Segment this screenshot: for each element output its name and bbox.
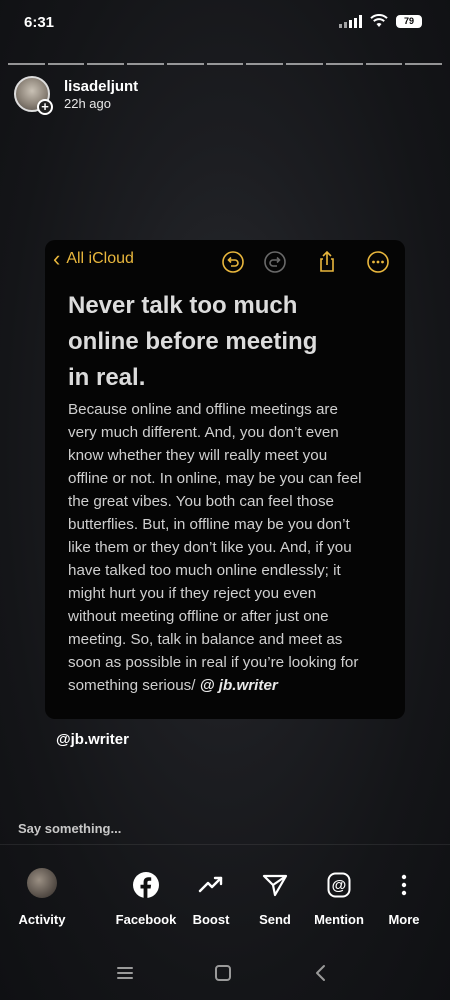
story-progress	[8, 63, 443, 65]
home-icon[interactable]	[212, 963, 234, 983]
username[interactable]: lisadeljunt	[64, 78, 138, 95]
progress-segment	[8, 63, 45, 65]
recents-icon[interactable]	[114, 963, 136, 983]
redo-icon	[264, 251, 286, 273]
status-time: 6:31	[24, 14, 55, 31]
reply-input[interactable]: Say something...	[18, 821, 121, 836]
activity-button[interactable]: Activity	[2, 866, 82, 927]
progress-segment	[166, 63, 204, 65]
mention-icon: @	[327, 872, 351, 898]
progress-segment	[206, 63, 244, 65]
progress-segment	[127, 63, 164, 65]
note-card: ‹ All iCloud Never talk too much online …	[45, 240, 405, 719]
more-icon	[367, 251, 389, 273]
note-back: ‹ All iCloud	[53, 246, 134, 271]
status-icons: 79	[339, 14, 422, 28]
progress-segment	[87, 63, 125, 65]
chevron-left-icon: ‹	[53, 246, 61, 271]
progress-segment	[405, 63, 443, 65]
story-header: + lisadeljunt 22h ago	[14, 76, 138, 115]
system-nav-bar	[0, 955, 450, 991]
progress-segment	[47, 63, 85, 65]
status-bar: 6:31 79	[0, 0, 450, 44]
trending-up-icon	[198, 876, 223, 893]
back-icon[interactable]	[310, 963, 332, 983]
note-toolbar: ‹ All iCloud	[45, 248, 405, 276]
avatar[interactable]: +	[14, 76, 53, 115]
note-title: Never talk too much online before meetin…	[68, 292, 318, 391]
posted-time: 22h ago	[64, 95, 111, 111]
battery-icon: 79	[396, 14, 422, 28]
more-vertical-icon	[401, 874, 407, 896]
note-handle: @ jb.writer	[199, 677, 278, 694]
progress-segment	[246, 63, 284, 65]
svg-text:@: @	[332, 877, 347, 894]
progress-segment	[325, 63, 363, 65]
note-back-label: All iCloud	[66, 250, 134, 267]
undo-icon	[222, 251, 244, 273]
progress-segment	[286, 63, 323, 65]
caption-mention[interactable]: @jb.writer	[56, 731, 129, 748]
divider	[0, 844, 450, 845]
note-body: Because online and offline meetings are …	[68, 401, 362, 694]
signal-icon	[339, 14, 362, 28]
facebook-icon	[133, 872, 159, 898]
send-icon	[262, 874, 288, 897]
wifi-icon	[370, 14, 388, 27]
progress-segment	[365, 63, 403, 65]
add-icon[interactable]: +	[37, 99, 53, 115]
more-button[interactable]: More	[364, 866, 444, 927]
activity-avatar	[27, 868, 57, 898]
action-bar: Activity Facebook Boost Send @ Mention M…	[0, 866, 450, 936]
share-icon	[320, 250, 334, 272]
